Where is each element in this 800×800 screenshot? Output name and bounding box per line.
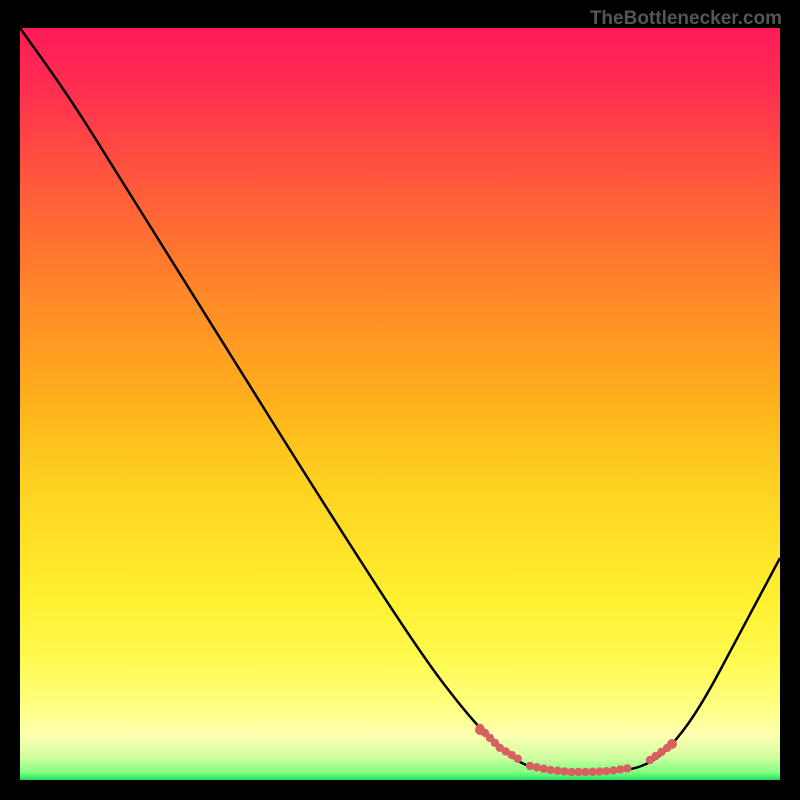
chart-svg bbox=[20, 28, 780, 780]
dot-marker bbox=[667, 739, 677, 749]
watermark-text: TheBottlenecker.com bbox=[590, 8, 782, 30]
dot-markers-group bbox=[475, 724, 677, 776]
dot-marker bbox=[514, 754, 522, 762]
dot-marker bbox=[623, 764, 631, 772]
chart-container bbox=[20, 28, 780, 780]
main-curve-path bbox=[20, 28, 780, 773]
dot-marker bbox=[475, 725, 485, 735]
